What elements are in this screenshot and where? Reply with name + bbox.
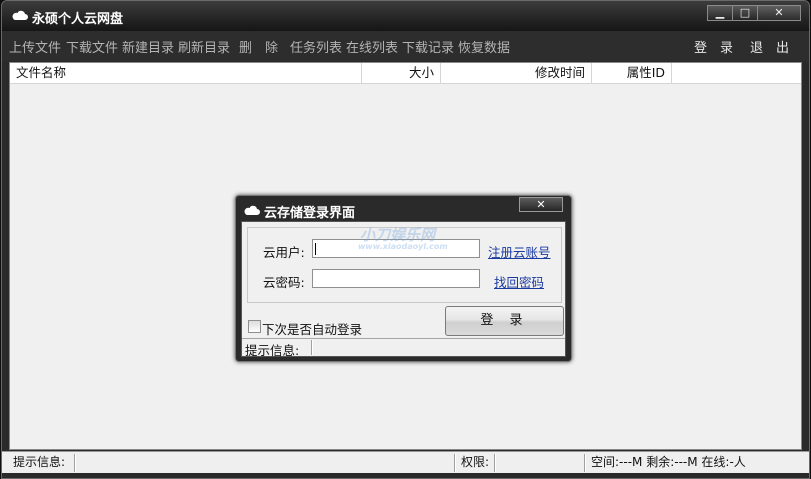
status-space: 空间:---M 剩余:---M 在线:-人 [591,455,746,469]
toolbar: 上传文件 下载文件 新建目录 刷新目录 删 除 任务列表 在线列表 下载记录 恢… [2,31,809,61]
dialog-body: 云用户: 注册云账号 云密码: 找回密码 小刀娱乐网 www.xiaodaoyl… [241,221,566,358]
online-list-button[interactable]: 在线列表 [346,37,398,56]
password-label: 云密码: [263,275,305,290]
column-size[interactable]: 大小 [362,63,441,84]
username-label: 云用户: [263,245,305,260]
minimize-button[interactable]: ▁ [707,5,733,21]
auto-login-label[interactable]: 下次是否自动登录 [262,319,362,338]
password-input[interactable] [312,269,480,288]
dialog-hint-label: 提示信息: [245,343,300,358]
close-button[interactable]: ✕ [757,5,801,21]
column-name[interactable]: 文件名称 [10,63,362,84]
logout-button[interactable]: 退 出 [750,37,789,56]
upload-file-button[interactable]: 上传文件 [9,37,61,56]
dialog-login-button[interactable]: 登 录 [445,306,564,336]
recover-password-link[interactable]: 找回密码 [494,272,544,291]
status-divider [74,454,76,472]
file-list-header: 文件名称 大小 修改时间 属性ID [10,63,801,84]
register-link[interactable]: 注册云账号 [488,242,551,261]
app-title: 永硕个人云网盘 [32,12,124,27]
window-controls: ▁ □ ✕ [707,5,801,21]
dialog-title: 云存储登录界面 [264,206,356,221]
new-folder-button[interactable]: 新建目录 [122,37,174,56]
download-file-button[interactable]: 下载文件 [66,37,118,56]
cloud-icon [12,10,28,20]
dialog-close-button[interactable]: ✕ [519,197,563,212]
credentials-group: 云用户: 注册云账号 云密码: 找回密码 小刀娱乐网 www.xiaodaoyl… [247,226,562,303]
status-bar: 提示信息: 权限: 空间:---M 剩余:---M 在线:-人 [2,451,809,473]
delete-button[interactable]: 删 除 [239,37,278,56]
title-bar[interactable]: 永硕个人云网盘 ▁ □ ✕ [2,1,809,31]
status-divider [584,454,586,472]
dialog-status-bar: 提示信息: [242,338,565,358]
text-caret [315,243,316,255]
status-permission: 权限: [461,455,490,469]
status-divider [494,454,496,472]
column-attribute-id[interactable]: 属性ID [592,63,672,84]
status-divider [311,340,313,355]
login-button[interactable]: 登 录 [694,37,733,56]
task-list-button[interactable]: 任务列表 [290,37,342,56]
status-hint: 提示信息: [13,455,66,469]
refresh-folder-button[interactable]: 刷新目录 [178,37,230,56]
download-history-button[interactable]: 下载记录 [402,37,454,56]
login-dialog: 云存储登录界面 ✕ 云用户: 注册云账号 云密码: 找回密码 小刀娱乐网 www… [235,195,572,362]
username-input[interactable] [312,239,480,258]
restore-data-button[interactable]: 恢复数据 [458,37,510,56]
status-divider [454,454,456,472]
auto-login-checkbox[interactable] [248,320,261,333]
maximize-button[interactable]: □ [732,5,758,21]
cloud-icon [244,205,260,215]
column-modified-time[interactable]: 修改时间 [441,63,592,84]
